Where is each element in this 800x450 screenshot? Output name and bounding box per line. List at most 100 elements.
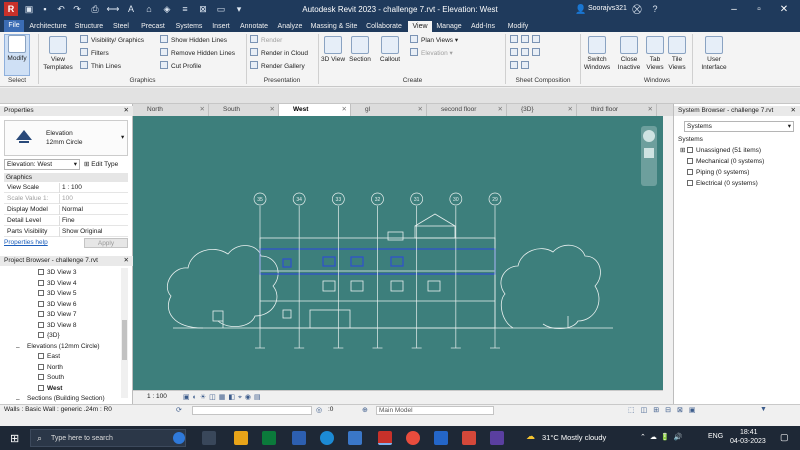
project-browser-item[interactable]: 3D View 3 xyxy=(38,268,77,278)
close-icon[interactable]: ✕ xyxy=(498,104,503,116)
project-browser-item[interactable]: – Elevations (12mm Circle) xyxy=(16,342,100,352)
3d-view-button[interactable]: 3D View xyxy=(320,36,346,64)
close-inactive-button[interactable]: Close Inactive xyxy=(614,36,644,72)
view-tab--3d-[interactable]: {3D} ✕ xyxy=(507,104,577,116)
design-option-icon[interactable]: ⊕ xyxy=(362,406,368,414)
view-tab-gl[interactable]: gl ✕ xyxy=(351,104,427,116)
scrollbar-thumb[interactable] xyxy=(122,320,127,360)
file-explorer-icon[interactable] xyxy=(234,431,248,445)
close-icon[interactable]: ✕ xyxy=(342,104,347,116)
notifications-icon[interactable]: ▢ xyxy=(780,432,789,443)
task-view-icon[interactable] xyxy=(202,431,216,445)
tray-icons[interactable]: ⌃☁🔋🔊 xyxy=(640,433,686,441)
cut-profile-button[interactable]: Cut Profile xyxy=(160,61,201,72)
select-panel-label[interactable]: Select xyxy=(2,77,32,84)
close-icon[interactable]: ✕ xyxy=(648,104,653,116)
property-row[interactable]: Parts Visibility Show Original xyxy=(4,227,128,237)
steering-wheel-icon[interactable] xyxy=(643,130,655,142)
selection-filter-icons[interactable]: ⬚◫⊞⊟⊠▣ xyxy=(628,406,701,414)
project-browser-item[interactable]: 3D View 6 xyxy=(38,300,77,310)
minimize-button[interactable]: – xyxy=(725,0,743,20)
revit-taskbar-icon[interactable] xyxy=(378,431,392,445)
thin-lines-button[interactable]: Thin Lines xyxy=(80,61,121,72)
tab-file[interactable]: File xyxy=(4,20,24,32)
project-browser-item[interactable]: 3D View 8 xyxy=(38,321,77,331)
type-selector[interactable]: Elevation 12mm Circle ▾ xyxy=(4,120,128,156)
design-option-dropdown[interactable]: Main Model xyxy=(376,406,494,415)
maximize-button[interactable]: ▫ xyxy=(750,0,768,20)
project-browser-item[interactable]: 3D View 7 xyxy=(38,310,77,320)
visibility-graphics-button[interactable]: Visibility/ Graphics xyxy=(80,35,144,46)
show-hidden-lines-button[interactable]: Show Hidden Lines xyxy=(160,35,227,46)
property-row[interactable]: Scale Value 1: 100 xyxy=(4,194,128,204)
edge-icon[interactable] xyxy=(320,431,334,445)
property-value[interactable]: Show Original xyxy=(59,227,125,237)
modify-button[interactable]: Modify xyxy=(4,34,30,76)
property-value[interactable]: Fine xyxy=(59,216,125,226)
weather-icon[interactable]: ☁ xyxy=(526,431,535,442)
expand-icon[interactable]: ⊞ xyxy=(680,146,687,156)
tab-analyze[interactable]: Analyze xyxy=(274,21,306,32)
remove-hidden-lines-button[interactable]: Remove Hidden Lines xyxy=(160,48,235,59)
user-interface-button[interactable]: User Interface xyxy=(696,36,732,72)
selected-window[interactable] xyxy=(350,256,364,267)
apply-button[interactable]: Apply xyxy=(84,238,128,248)
view-reference-button[interactable] xyxy=(510,61,532,72)
close-icon[interactable]: ✕ xyxy=(270,104,275,116)
language-indicator[interactable]: ENG xyxy=(708,433,723,440)
selected-window[interactable] xyxy=(390,256,404,267)
render-button[interactable]: Render xyxy=(250,35,282,46)
project-browser-item[interactable]: 3D View 5 xyxy=(38,289,77,299)
workset-icon[interactable]: ⟳ xyxy=(176,406,182,414)
selected-window[interactable] xyxy=(282,258,292,268)
word-icon[interactable] xyxy=(292,431,306,445)
mail-icon[interactable] xyxy=(348,431,362,445)
filters-button[interactable]: Filters xyxy=(80,48,109,59)
drawing-canvas[interactable]: 35 34 33 32 31 30 29 xyxy=(133,116,663,390)
property-value[interactable]: 1 : 100 xyxy=(59,183,125,193)
weather-text[interactable]: 31°C Mostly cloudy xyxy=(542,433,606,442)
project-browser-item[interactable]: North xyxy=(38,363,63,373)
property-value[interactable]: Normal xyxy=(59,205,125,215)
view-templates-button[interactable]: View Templates xyxy=(40,36,76,72)
user-icon[interactable]: 👤 xyxy=(574,2,588,16)
tab-manage[interactable]: Manage xyxy=(434,21,464,32)
tab-steel[interactable]: Steel xyxy=(108,21,134,32)
tab-massing-site[interactable]: Massing & Site xyxy=(308,21,360,32)
help-icon[interactable]: ? xyxy=(648,2,662,16)
close-icon[interactable]: ✕ xyxy=(568,104,573,116)
section-button[interactable]: Section xyxy=(346,36,374,64)
sheet-button[interactable] xyxy=(510,35,543,46)
system-item[interactable]: Piping (0 systems) xyxy=(680,168,749,178)
view-scale[interactable]: 1 : 100 xyxy=(147,393,167,400)
tab-views-button[interactable]: Tab Views xyxy=(644,36,666,72)
instance-selector[interactable]: Elevation: West ▾ xyxy=(4,159,80,170)
system-item[interactable]: Mechanical (0 systems) xyxy=(680,157,764,167)
clock-date[interactable]: 04-03-2023 xyxy=(730,438,766,445)
close-icon[interactable]: ✕ xyxy=(124,256,129,266)
tile-views-button[interactable]: Tile Views xyxy=(666,36,688,72)
photos-icon[interactable] xyxy=(434,431,448,445)
view-tab-north[interactable]: North ✕ xyxy=(133,104,209,116)
selected-window[interactable] xyxy=(322,256,336,267)
callout-button[interactable]: Callout xyxy=(376,36,404,64)
project-browser-item[interactable]: {3D} xyxy=(38,331,60,341)
tab-systems[interactable]: Systems xyxy=(172,21,206,32)
switch-windows-button[interactable]: Switch Windows xyxy=(582,36,612,72)
tab-insert[interactable]: Insert xyxy=(208,21,234,32)
project-browser-item[interactable]: South xyxy=(38,373,64,383)
plan-views-button[interactable]: Plan Views ▾ xyxy=(410,35,458,46)
system-item[interactable]: ⊞ Unassigned (51 items) xyxy=(680,146,761,156)
workset-dropdown[interactable] xyxy=(192,406,312,415)
user-name[interactable]: Soorajvs321 xyxy=(588,5,627,12)
graphics-group[interactable]: Graphics xyxy=(4,173,128,182)
tab-add-ins[interactable]: Add-Ins xyxy=(466,21,500,32)
windows-start-icon[interactable]: ⊞ xyxy=(10,432,19,445)
cart-icon[interactable]: ⛒ xyxy=(630,2,644,16)
property-row[interactable]: View Scale 1 : 100 xyxy=(4,183,128,193)
close-icon[interactable]: ✕ xyxy=(124,106,129,116)
filter-icon[interactable]: ▼ xyxy=(760,406,767,413)
office-icon[interactable] xyxy=(462,431,476,445)
project-browser-item[interactable]: 3D View 4 xyxy=(38,279,77,289)
tab-view[interactable]: View xyxy=(408,21,432,32)
